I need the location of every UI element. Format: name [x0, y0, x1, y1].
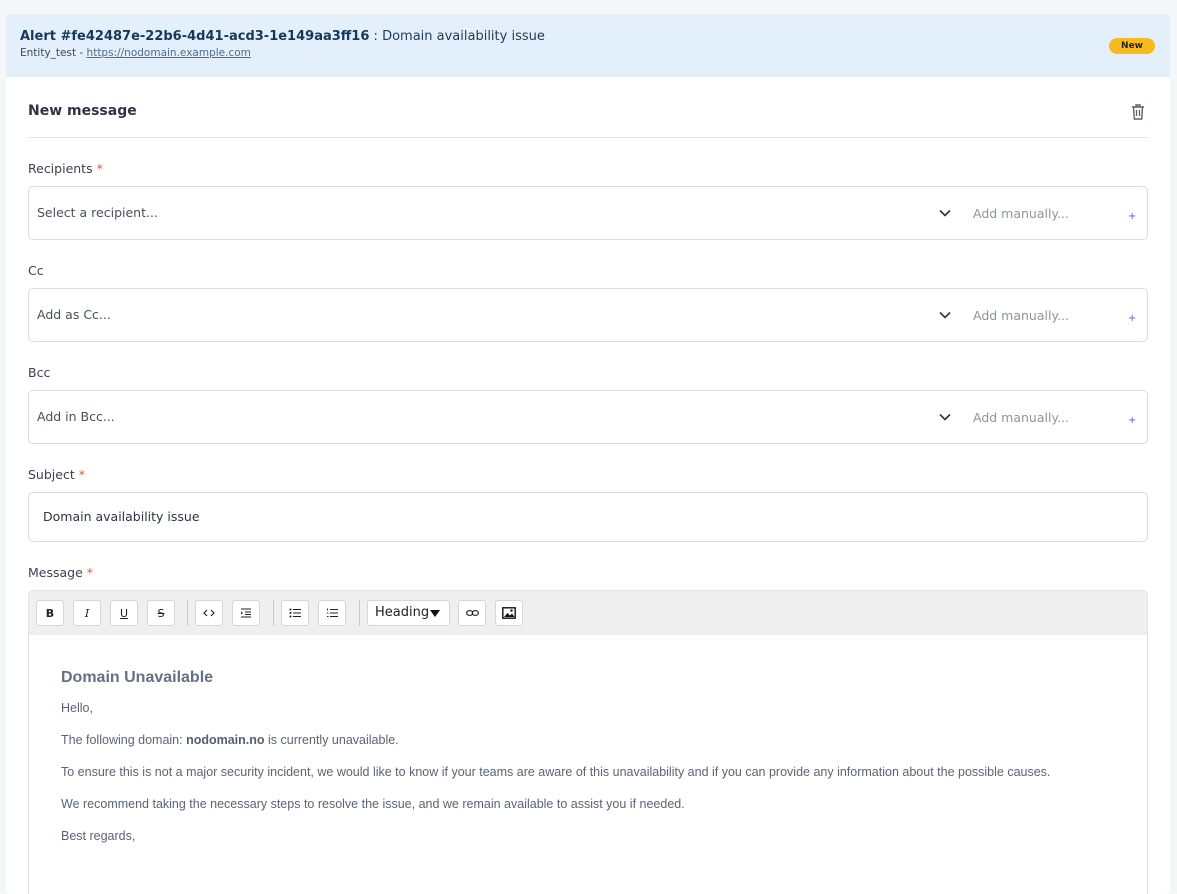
chevron-down-icon[interactable] — [939, 311, 951, 319]
message-heading: Domain Unavailable — [61, 669, 214, 686]
entity-url-link[interactable]: https://nodomain.example.com — [87, 47, 251, 59]
recipients-label: Recipients * — [28, 161, 1148, 177]
alert-title-text: Domain availability issue — [382, 29, 545, 44]
link-icon — [465, 610, 479, 616]
chevron-down-icon[interactable] — [939, 209, 951, 217]
message-label-text: Message — [28, 565, 83, 580]
bcc-add-button[interactable]: + — [1128, 415, 1136, 426]
bcc-select-placeholder[interactable]: Add in Bcc... — [37, 409, 115, 424]
message-greeting: Hello, — [61, 701, 93, 715]
required-mark: * — [86, 565, 94, 580]
alert-title: Alert #fe42487e-22b6-4d41-acd3-1e149aa3f… — [20, 29, 1156, 44]
cc-label: Cc — [28, 263, 1148, 279]
recipients-manual-input[interactable] — [971, 187, 1106, 239]
composer-title: New message — [28, 103, 137, 119]
alert-title-separator: : — [369, 29, 383, 44]
recipients-select-placeholder[interactable]: Select a recipient... — [37, 205, 158, 220]
bcc-label-text: Bcc — [28, 365, 51, 380]
image-button[interactable] — [495, 600, 523, 626]
status-badge: New — [1109, 38, 1155, 54]
message-line-domain: The following domain: nodomain.no is cur… — [61, 733, 1115, 747]
strikethrough-icon: S — [157, 606, 165, 620]
heading-select-label: Heading — [375, 605, 430, 620]
bcc-field[interactable]: Add in Bcc... + — [28, 390, 1148, 444]
message-line1-prefix: The following domain: — [61, 733, 187, 747]
caret-down-icon — [430, 610, 440, 617]
message-domain-name: nodomain.no — [186, 733, 265, 747]
link-button[interactable] — [458, 600, 486, 626]
subject-label-text: Subject — [28, 467, 75, 482]
code-icon — [203, 609, 215, 617]
underline-icon: U — [119, 606, 129, 620]
alert-id: Alert #fe42487e-22b6-4d41-acd3-1e149aa3f… — [20, 29, 370, 44]
numbered-list-button[interactable] — [318, 600, 346, 626]
alert-subtitle: Entity_test - https://nodomain.example.c… — [20, 47, 1156, 59]
bold-icon: B — [45, 606, 55, 620]
entity-name: Entity_test — [20, 47, 77, 59]
message-label: Message * — [28, 565, 1148, 581]
trash-icon[interactable] — [1130, 103, 1146, 121]
indent-button[interactable] — [232, 600, 260, 626]
numbered-list-icon — [327, 608, 338, 617]
message-line-recommend: We recommend taking the necessary steps … — [61, 797, 685, 811]
underline-button[interactable]: U — [110, 600, 138, 626]
cc-label-text: Cc — [28, 263, 44, 278]
toolbar-divider — [187, 600, 188, 626]
message-line1-suffix: is currently unavailable. — [264, 733, 399, 747]
heading-select[interactable]: Heading — [367, 600, 450, 626]
bullet-list-icon — [289, 608, 301, 618]
alert-header: Alert #fe42487e-22b6-4d41-acd3-1e149aa3f… — [6, 14, 1170, 77]
bold-button[interactable]: B — [36, 600, 64, 626]
chevron-down-icon[interactable] — [939, 413, 951, 421]
composer-header: New message — [28, 77, 1148, 138]
cc-manual-input[interactable] — [971, 289, 1106, 341]
alert-message-card: Alert #fe42487e-22b6-4d41-acd3-1e149aa3f… — [6, 14, 1170, 894]
message-editor[interactable]: Domain Unavailable Hello, The following … — [28, 635, 1148, 894]
toolbar-divider — [359, 600, 360, 626]
bcc-manual-input[interactable] — [971, 391, 1106, 443]
cc-add-button[interactable]: + — [1128, 313, 1136, 324]
bullet-list-button[interactable] — [281, 600, 309, 626]
recipients-label-text: Recipients — [28, 161, 93, 176]
bcc-label: Bcc — [28, 365, 1148, 381]
editor-toolbar: B I U S Heading — [28, 590, 1148, 635]
message-line-inquiry: To ensure this is not a major security i… — [61, 765, 1051, 779]
toolbar-divider — [273, 600, 274, 626]
required-mark: * — [78, 467, 85, 482]
code-button[interactable] — [195, 600, 223, 626]
cc-select-placeholder[interactable]: Add as Cc... — [37, 307, 111, 322]
italic-button[interactable]: I — [73, 600, 101, 626]
subject-input[interactable]: Domain availability issue — [28, 492, 1148, 542]
recipients-field[interactable]: Select a recipient... + — [28, 186, 1148, 240]
cc-field[interactable]: Add as Cc... + — [28, 288, 1148, 342]
subject-label: Subject * — [28, 467, 1148, 483]
required-mark: * — [96, 161, 103, 176]
composer: New message Recipients * Select a recipi… — [6, 77, 1170, 894]
image-icon — [502, 607, 516, 619]
recipients-add-button[interactable]: + — [1128, 211, 1136, 222]
strikethrough-button[interactable]: S — [147, 600, 175, 626]
message-closing: Best regards, — [61, 829, 136, 843]
entity-separator: - — [76, 47, 87, 59]
indent-icon — [241, 608, 251, 618]
italic-icon: I — [84, 606, 90, 620]
